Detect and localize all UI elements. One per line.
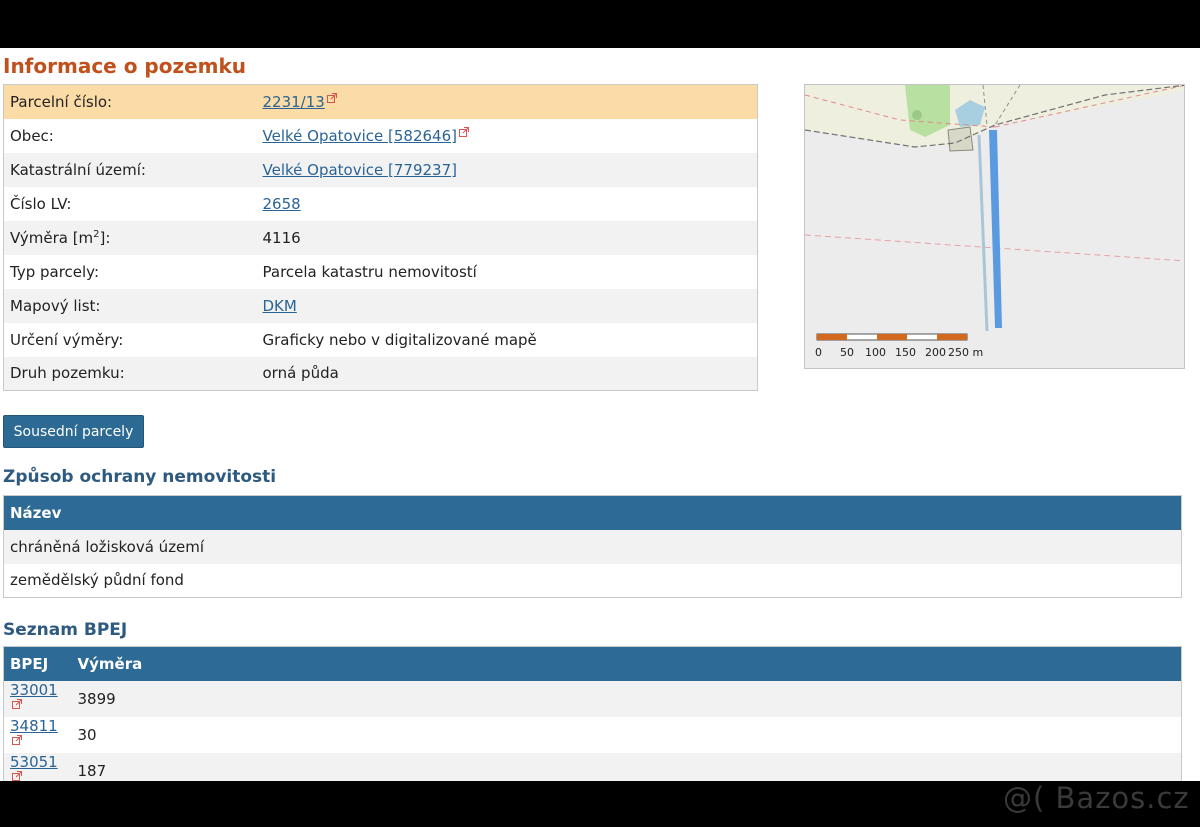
bpej-code-cell: 34811 xyxy=(3,716,72,753)
bpej-heading: Seznam BPEJ xyxy=(3,620,128,640)
info-value: Velké Opatovice [582646] xyxy=(256,118,758,153)
map-scale-label: 250 m xyxy=(948,346,983,359)
info-row: Určení výměry: Graficky nebo v digitalizo… xyxy=(3,322,758,357)
table-row: zemědělský půdní fond xyxy=(3,563,1182,598)
bpej-code-link[interactable]: 53051 xyxy=(10,753,58,771)
info-label: Druh pozemku: xyxy=(3,356,257,391)
info-value: 4116 xyxy=(256,220,758,255)
info-value-link[interactable]: 2231/13 xyxy=(263,93,325,111)
info-label: Určení výměry: xyxy=(3,322,257,357)
table-row: 34811 30 xyxy=(3,716,1182,753)
info-value-link[interactable]: Velké Opatovice [779237] xyxy=(263,161,457,179)
protection-name: zemědělský půdní fond xyxy=(3,563,1182,598)
info-label: Výměra [m2]: xyxy=(3,220,257,255)
info-row: Druh pozemku: orná půda xyxy=(3,356,758,391)
top-black-bar xyxy=(0,0,1200,48)
map-canvas: 0 50 100 150 200 250 m xyxy=(805,85,1184,368)
map-scale-label: 150 xyxy=(895,346,916,359)
info-label: Katastrální území: xyxy=(3,152,257,187)
parcel-info-table: Parcelní číslo: 2231/13 Obec: Velké Opatovi… xyxy=(3,84,758,391)
info-value: 2658 xyxy=(256,186,758,221)
info-label: Mapový list: xyxy=(3,288,257,323)
bpej-code-link[interactable]: 33001 xyxy=(10,681,58,699)
info-value-link[interactable]: 2658 xyxy=(263,195,301,213)
info-row: Typ parcely: Parcela katastru nemovitostí xyxy=(3,254,758,289)
external-link-icon xyxy=(12,698,22,709)
info-value: orná půda xyxy=(256,356,758,391)
map-scale-label: 0 xyxy=(815,346,822,359)
table-row: 33001 3899 xyxy=(3,680,1182,717)
protection-table: Název chráněná ložisková území zemědělský… xyxy=(3,495,1182,598)
parcel-map[interactable]: 0 50 100 150 200 250 m xyxy=(804,84,1185,369)
info-value: Velké Opatovice [779237] xyxy=(256,152,758,187)
protection-name: chráněná ložisková území xyxy=(3,529,1182,564)
external-link-icon xyxy=(12,734,22,745)
neighbor-parcels-button[interactable]: Sousední parcely xyxy=(3,415,144,448)
external-link-icon xyxy=(326,92,337,103)
page: Informace o pozemku Parcelní číslo: 2231/… xyxy=(0,48,1200,790)
bpej-table: BPEJ Výměra 33001 3899 34811 30 53051 187 xyxy=(3,646,1182,790)
info-row: Parcelní číslo: 2231/13 xyxy=(3,84,758,119)
info-row: Výměra [m2]: 4116 xyxy=(3,220,758,255)
page-title: Informace o pozemku xyxy=(3,54,247,78)
bpej-col-code: BPEJ xyxy=(3,646,72,681)
info-row: Obec: Velké Opatovice [582646] xyxy=(3,118,758,153)
info-value: Graficky nebo v digitalizované mapě xyxy=(256,322,758,357)
info-value: Parcela katastru nemovitostí xyxy=(256,254,758,289)
bpej-col-area: Výměra xyxy=(71,646,1182,681)
map-scale-label: 100 xyxy=(865,346,886,359)
external-link-icon xyxy=(458,126,469,137)
protection-col-name: Název xyxy=(3,495,1182,530)
info-row: Číslo LV: 2658 xyxy=(3,186,758,221)
info-label: Typ parcely: xyxy=(3,254,257,289)
info-label-part: ]: xyxy=(99,228,111,247)
bpej-code-cell: 33001 xyxy=(3,680,72,717)
info-row: Katastrální území: Velké Opatovice [77923… xyxy=(3,152,758,187)
info-value-link[interactable]: DKM xyxy=(263,297,297,315)
bpej-area: 30 xyxy=(71,716,1182,753)
bazos-watermark: @( Bazos.cz xyxy=(1003,781,1190,815)
bpej-code-link[interactable]: 34811 xyxy=(10,717,58,735)
info-label-part: Výměra [m xyxy=(10,228,94,247)
info-row: Mapový list: DKM xyxy=(3,288,758,323)
map-scale-label: 200 xyxy=(925,346,946,359)
map-scale-label: 50 xyxy=(840,346,854,359)
info-value-link[interactable]: Velké Opatovice [582646] xyxy=(263,127,457,145)
info-value: 2231/13 xyxy=(256,84,758,119)
info-value: DKM xyxy=(256,288,758,323)
info-label: Parcelní číslo: xyxy=(3,84,257,119)
info-label: Obec: xyxy=(3,118,257,153)
bpej-area: 3899 xyxy=(71,680,1182,717)
info-label: Číslo LV: xyxy=(3,186,257,221)
table-row: chráněná ložisková území xyxy=(3,529,1182,564)
protection-heading: Způsob ochrany nemovitosti xyxy=(3,467,277,487)
external-link-icon xyxy=(12,770,22,781)
